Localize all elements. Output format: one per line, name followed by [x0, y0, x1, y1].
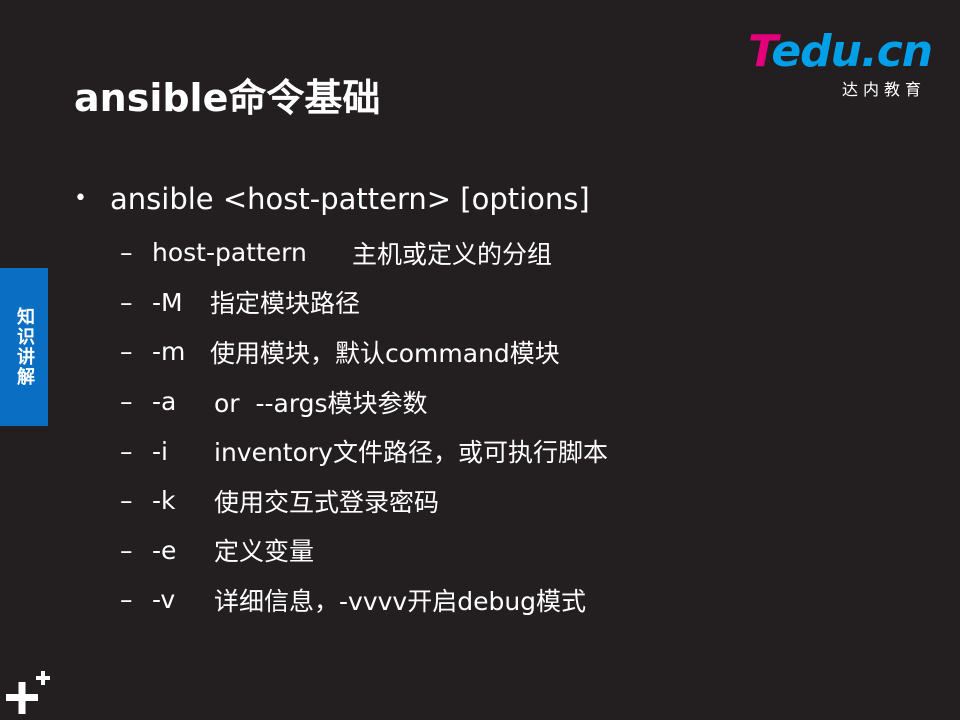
option-name: -i [152, 436, 168, 466]
option-list: – host-pattern 主机或定义的分组 – -M 指定模块路径 – -m… [120, 228, 608, 625]
option-description: 定义变量 [214, 537, 315, 567]
option-description: 使用模块，默认command模块 [210, 338, 560, 368]
logo-letter-t: T [748, 26, 772, 77]
option-description: 详细信息，-vvvv开启debug模式 [214, 586, 587, 616]
option-item-i: – -i inventory文件路径，或可执行脚本 [120, 426, 608, 476]
plus-icon [6, 671, 50, 714]
dash-marker: – [120, 486, 133, 516]
option-name: -k [152, 486, 176, 516]
dash-marker: – [120, 387, 133, 417]
side-tab: 知识讲解 [0, 268, 48, 426]
dash-marker: – [120, 238, 133, 268]
side-tab-label: 知识讲解 [14, 307, 35, 387]
option-name: -e [152, 535, 177, 565]
option-description: 主机或定义的分组 [352, 239, 553, 269]
option-item-m: – -m 使用模块，默认command模块 [120, 327, 608, 377]
main-bullet: • ansible <host-pattern> [options] [74, 178, 590, 220]
tedu-logo: Tedu.cn 达内教育 [748, 28, 938, 100]
bullet-marker: • [74, 186, 87, 211]
option-item-e: – -e 定义变量 [120, 526, 608, 576]
dash-marker: – [120, 535, 133, 565]
dash-marker: – [120, 337, 133, 367]
option-name: host-pattern [152, 238, 307, 268]
logo-wordmark: Tedu.cn [748, 26, 933, 77]
option-description: 指定模块路径 [210, 289, 361, 319]
option-name: -m [152, 337, 186, 367]
dash-marker: – [120, 585, 133, 615]
logo-subtitle: 达内教育 [841, 80, 926, 99]
logo-domain: edu.cn [771, 26, 933, 77]
option-description: inventory文件路径，或可执行脚本 [214, 438, 608, 468]
option-item-k: – -k 使用交互式登录密码 [120, 476, 608, 526]
option-description: 使用交互式登录密码 [214, 487, 440, 517]
option-item-M: – -M 指定模块路径 [120, 278, 608, 328]
dash-marker: – [120, 436, 133, 466]
option-item-v: – -v 详细信息，-vvvv开启debug模式 [120, 575, 608, 625]
main-bullet-text: ansible <host-pattern> [options] [110, 182, 590, 216]
option-name: -a [152, 387, 177, 417]
option-name: -M [152, 287, 183, 317]
dash-marker: – [120, 287, 133, 317]
option-name: -v [152, 585, 176, 615]
option-description: or --args模块参数 [214, 388, 428, 418]
option-item-host-pattern: – host-pattern 主机或定义的分组 [120, 228, 608, 278]
slide-title: ansible命令基础 [74, 76, 381, 120]
slide: Tedu.cn 达内教育 ansible命令基础 知识讲解 • ansible … [0, 0, 960, 720]
option-item-a: – -a or --args模块参数 [120, 377, 608, 427]
